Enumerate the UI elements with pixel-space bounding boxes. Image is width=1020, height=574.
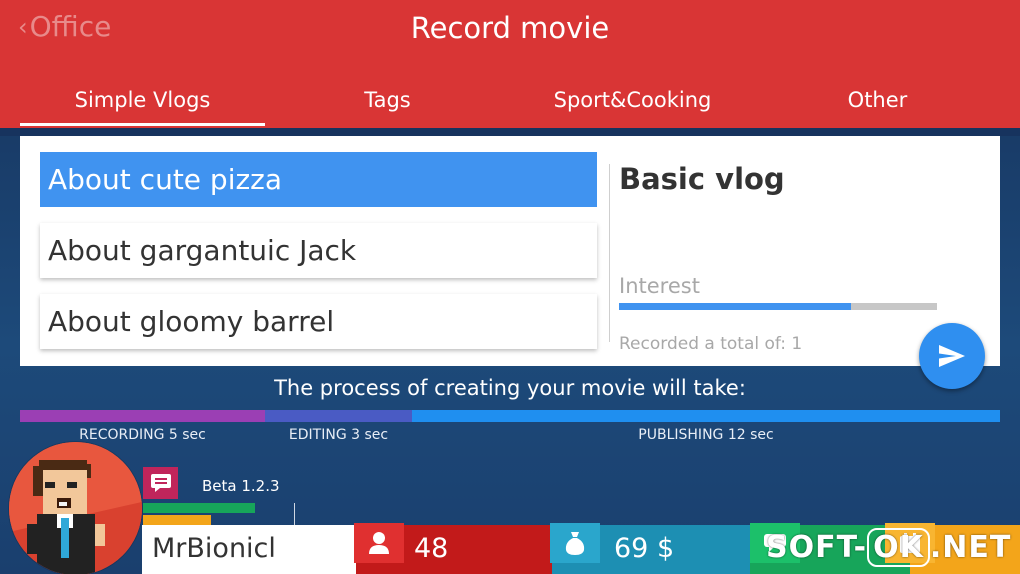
tab-bar: Simple Vlogs Tags Sport&Cooking Other bbox=[20, 78, 1000, 128]
pixel-character-icon bbox=[9, 442, 142, 574]
panel-divider bbox=[609, 164, 610, 342]
process-heading: The process of creating your movie will … bbox=[274, 376, 746, 400]
recording-label: RECORDING 5 sec bbox=[79, 427, 206, 443]
interest-fill bbox=[619, 303, 852, 310]
user-icon bbox=[369, 532, 389, 554]
followers-button[interactable] bbox=[354, 523, 404, 563]
energy-bar bbox=[143, 503, 255, 513]
tab-simple-vlogs[interactable]: Simple Vlogs bbox=[20, 78, 265, 128]
watermark-right: .NET bbox=[929, 530, 1012, 565]
editing-segment bbox=[265, 410, 412, 422]
topic-item-gargantuic-jack[interactable]: About gargantuic Jack bbox=[40, 223, 597, 278]
username: MrBionicl bbox=[152, 533, 276, 564]
publishing-segment bbox=[412, 410, 1000, 422]
avatar[interactable] bbox=[9, 442, 142, 574]
detail-title: Basic vlog bbox=[619, 162, 785, 196]
tab-other[interactable]: Other bbox=[755, 78, 1000, 128]
watermark-left: SOFT- bbox=[766, 530, 868, 565]
app-header: ‹ Office Record movie Simple Vlogs Tags … bbox=[0, 0, 1020, 130]
interest-bar bbox=[619, 303, 937, 310]
process-stage-labels: RECORDING 5 sec EDITING 3 sec PUBLISHING… bbox=[20, 427, 1000, 445]
page-title: Record movie bbox=[410, 11, 610, 45]
money-button[interactable] bbox=[550, 523, 600, 563]
watermark-ok: OK bbox=[867, 528, 930, 567]
message-icon bbox=[150, 474, 171, 492]
money-bag-icon bbox=[565, 532, 585, 555]
message-button[interactable] bbox=[143, 467, 178, 499]
recording-segment bbox=[20, 410, 265, 422]
editing-label: EDITING 3 sec bbox=[288, 427, 389, 443]
interest-label: Interest bbox=[619, 274, 700, 298]
topic-item-gloomy-barrel[interactable]: About gloomy barrel bbox=[40, 294, 597, 349]
send-icon bbox=[939, 345, 965, 367]
tab-tags[interactable]: Tags bbox=[265, 78, 510, 128]
recorded-total: Recorded a total of: 1 bbox=[619, 334, 803, 354]
watermark: SOFT- OK .NET bbox=[766, 528, 1012, 567]
publishing-label: PUBLISHING 12 sec bbox=[638, 427, 774, 443]
money-amount: 69 $ bbox=[614, 533, 675, 564]
vlog-panel: About cute pizza About gargantuic Jack A… bbox=[20, 136, 1000, 366]
header-shadow-band bbox=[0, 128, 1020, 136]
mood-bar bbox=[143, 515, 211, 525]
process-progress-bar bbox=[20, 410, 1000, 422]
tab-sport-cooking[interactable]: Sport&Cooking bbox=[510, 78, 755, 128]
bar-marker bbox=[294, 503, 295, 525]
topic-item-cute-pizza[interactable]: About cute pizza bbox=[40, 152, 597, 207]
followers-count: 48 bbox=[414, 533, 449, 564]
version-label: Beta 1.2.3 bbox=[202, 477, 280, 495]
